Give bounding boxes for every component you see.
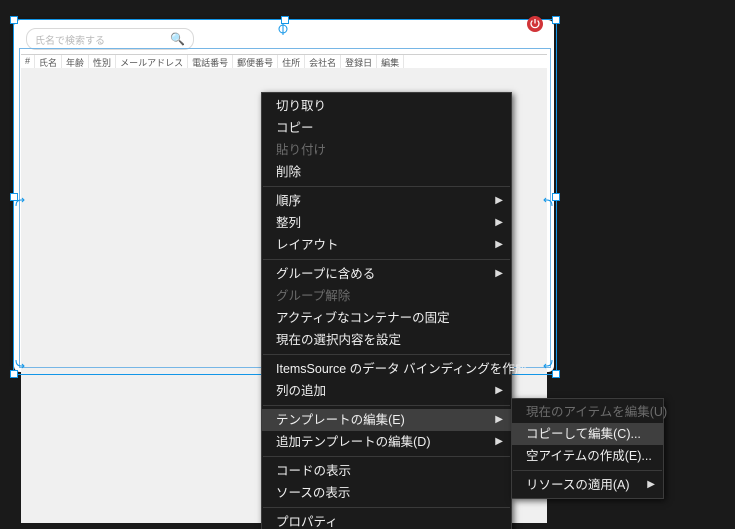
column-header[interactable]: 住所 <box>278 55 305 69</box>
menu-separator <box>263 456 510 457</box>
menu-item-label: ItemsSource のデータ バインディングを作成... <box>276 362 538 376</box>
menu-item-label: グループ解除 <box>276 289 350 303</box>
column-header[interactable]: 会社名 <box>305 55 341 69</box>
designer-canvas: 氏名で検索する 🔍 #氏名年齢性別メールアドレス電話番号郵便番号住所会社名登録日… <box>0 0 735 529</box>
menu-item-label: コピー <box>276 121 314 135</box>
menu-item-label: テンプレートの編集(E) <box>276 413 405 427</box>
anchor-glyph-left[interactable] <box>14 196 28 210</box>
menu-item[interactable]: リソースの適用(A) ▶ <box>512 474 663 496</box>
menu-item[interactable]: プロパティ <box>262 511 511 529</box>
menu-item-label: レイアウト <box>276 238 339 252</box>
menu-item-label: 現在の選択内容を設定 <box>276 333 401 347</box>
anchor-glyph-right[interactable] <box>540 356 554 370</box>
menu-item-label: 切り取り <box>276 99 326 113</box>
menu-item[interactable]: アクティブなコンテナーの固定 <box>262 307 511 329</box>
column-header[interactable]: メールアドレス <box>116 55 188 69</box>
menu-item-label: 空アイテムの作成(E)... <box>526 449 652 463</box>
stop-debug-badge[interactable] <box>527 16 543 32</box>
menu-item-label: 列の追加 <box>276 384 326 398</box>
column-header[interactable]: # <box>21 55 35 69</box>
chevron-right-icon: ▶ <box>495 409 503 431</box>
menu-item[interactable]: コードの表示 <box>262 460 511 482</box>
menu-separator <box>263 259 510 260</box>
menu-item[interactable]: 追加テンプレートの編集(D) ▶ <box>262 431 511 453</box>
context-submenu-template[interactable]: 現在のアイテムを編集(U) コピーして編集(C)... 空アイテムの作成(E)...… <box>511 398 664 499</box>
menu-item[interactable]: コピー <box>262 117 511 139</box>
menu-item-label: 追加テンプレートの編集(D) <box>276 435 430 449</box>
menu-item: 現在のアイテムを編集(U) <box>512 401 663 423</box>
chevron-right-icon: ▶ <box>495 234 503 256</box>
column-header[interactable]: 郵便番号 <box>233 55 278 69</box>
menu-item[interactable]: ソースの表示 <box>262 482 511 504</box>
menu-item[interactable]: 整列 ▶ <box>262 212 511 234</box>
search-input[interactable]: 氏名で検索する 🔍 <box>26 28 194 50</box>
menu-item[interactable]: 削除 <box>262 161 511 183</box>
menu-item-label: 順序 <box>276 194 301 208</box>
search-icon: 🔍 <box>170 32 185 46</box>
anchor-glyph-left[interactable] <box>14 356 28 370</box>
chevron-right-icon: ▶ <box>495 263 503 285</box>
menu-separator <box>513 470 662 471</box>
menu-item[interactable]: 順序 ▶ <box>262 190 511 212</box>
menu-item[interactable]: ItemsSource のデータ バインディングを作成... <box>262 358 511 380</box>
menu-item-label: アクティブなコンテナーの固定 <box>276 311 450 325</box>
resize-handle[interactable] <box>552 370 560 378</box>
menu-item-label: 現在のアイテムを編集(U) <box>526 405 667 419</box>
column-header[interactable]: 登録日 <box>341 55 377 69</box>
anchor-glyph-top[interactable] <box>276 22 290 36</box>
column-header[interactable]: 年齢 <box>62 55 89 69</box>
power-icon <box>530 19 540 29</box>
menu-item: 貼り付け <box>262 139 511 161</box>
chevron-right-icon: ▶ <box>647 474 655 496</box>
menu-item-label: コードの表示 <box>276 464 351 478</box>
menu-item-label: 整列 <box>276 216 301 230</box>
menu-item-label: 削除 <box>276 165 301 179</box>
menu-separator <box>263 186 510 187</box>
menu-item: グループ解除 <box>262 285 511 307</box>
chevron-right-icon: ▶ <box>495 431 503 453</box>
menu-item-label: ソースの表示 <box>276 486 350 500</box>
column-header[interactable]: 氏名 <box>35 55 62 69</box>
menu-item-label: リソースの適用(A) <box>526 478 630 492</box>
context-menu[interactable]: 切り取りコピー貼り付け削除順序 ▶ 整列 ▶ レイアウト ▶ グループに含める ▶ グループ解除… <box>261 92 512 529</box>
menu-item[interactable]: 空アイテムの作成(E)... <box>512 445 663 467</box>
search-placeholder: 氏名で検索する <box>35 32 170 47</box>
column-header[interactable]: 電話番号 <box>188 55 233 69</box>
menu-item-label: コピーして編集(C)... <box>526 427 641 441</box>
menu-separator <box>263 507 510 508</box>
menu-item[interactable]: 現在の選択内容を設定 <box>262 329 511 351</box>
column-header[interactable]: 性別 <box>89 55 116 69</box>
chevron-right-icon: ▶ <box>495 190 503 212</box>
menu-item[interactable]: コピーして編集(C)... <box>512 423 663 445</box>
menu-item[interactable]: 列の追加 ▶ <box>262 380 511 402</box>
chevron-right-icon: ▶ <box>495 212 503 234</box>
menu-item[interactable]: レイアウト ▶ <box>262 234 511 256</box>
menu-item[interactable]: 切り取り <box>262 95 511 117</box>
anchor-glyph-right[interactable] <box>540 196 554 210</box>
menu-item-label: グループに含める <box>276 267 375 281</box>
menu-separator <box>263 354 510 355</box>
column-header[interactable]: 編集 <box>377 55 404 69</box>
menu-item[interactable]: グループに含める ▶ <box>262 263 511 285</box>
chevron-right-icon: ▶ <box>495 380 503 402</box>
menu-separator <box>263 405 510 406</box>
menu-item-label: プロパティ <box>276 515 338 529</box>
menu-item[interactable]: テンプレートの編集(E) ▶ <box>262 409 511 431</box>
menu-item-label: 貼り付け <box>276 143 326 157</box>
